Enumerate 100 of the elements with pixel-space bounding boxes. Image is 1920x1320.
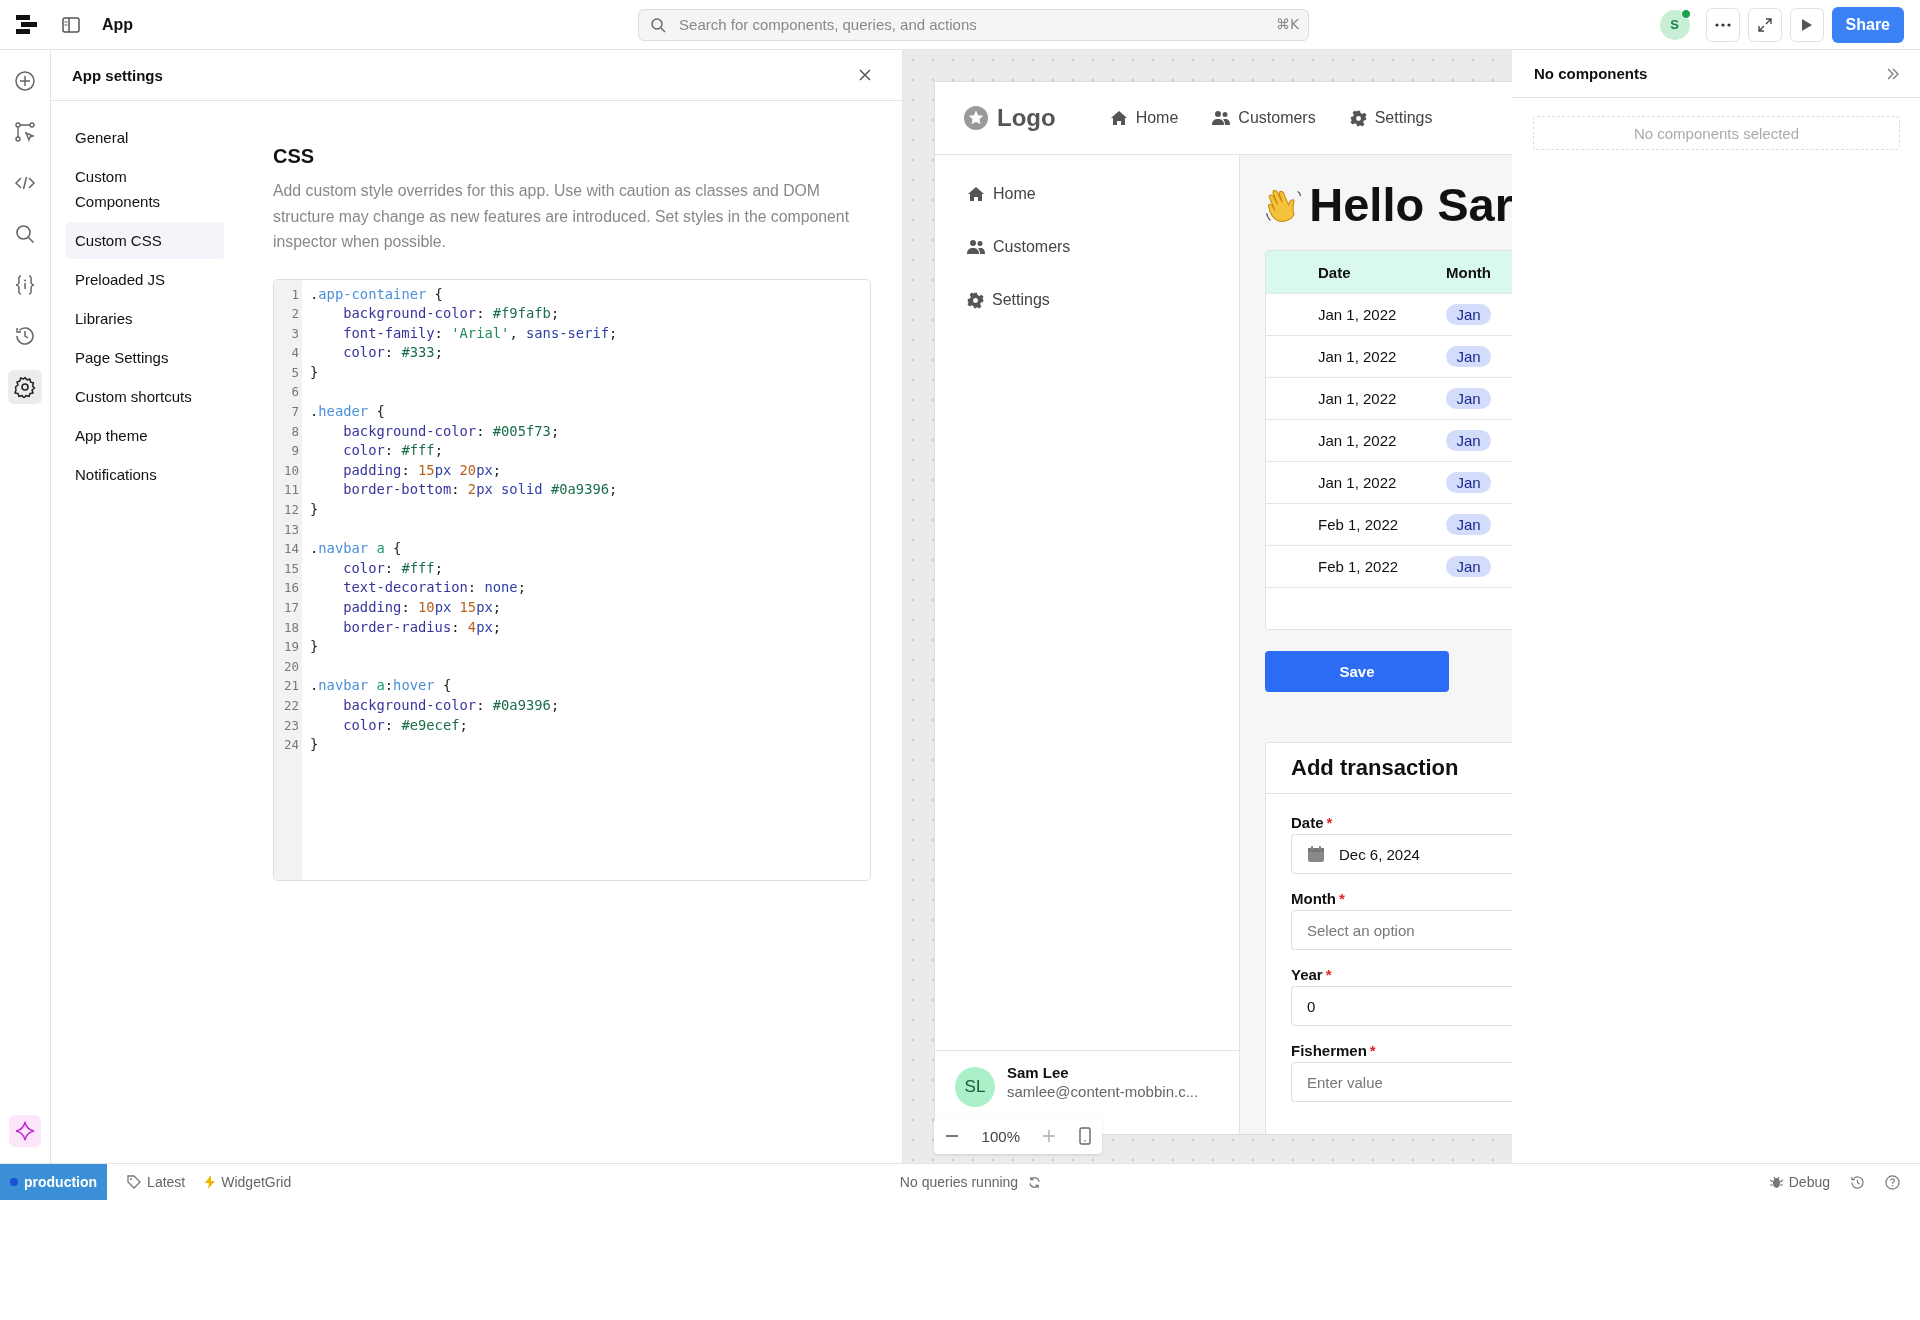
settings-nav-item[interactable]: Libraries [66,300,224,337]
assistant-sparkle-icon[interactable] [9,1115,41,1147]
share-button[interactable]: Share [1831,6,1904,43]
settings-icon[interactable] [8,370,42,404]
line-number: 7 [290,403,300,422]
code-line: border-radius: 4px; [343,618,502,635]
line-number: 19 [282,638,300,657]
line-number: 21 [282,677,300,696]
gear-icon [967,291,984,309]
variables-icon[interactable] [14,274,36,296]
bug-icon [1769,1175,1783,1189]
line-number: 6 [290,383,300,402]
line-number: 18 [282,618,300,637]
sidebar-toggle-icon[interactable] [62,16,80,33]
star-logo-icon [963,105,989,131]
home-icon [967,186,985,202]
settings-nav-item[interactable]: App theme [66,417,224,454]
settings-nav-item[interactable]: Page Settings [66,339,224,376]
version-label[interactable]: Latest [147,1174,186,1190]
line-number: 20 [282,657,300,676]
input-field[interactable]: Dec 6, 2024 [1291,834,1512,874]
user-avatar: SL [955,1067,995,1107]
line-number: 17 [282,599,300,617]
close-icon[interactable] [858,68,872,82]
settings-nav-item[interactable]: Custom CSS [66,222,224,259]
required-marker: * [1339,890,1345,907]
month-tag: Jan [1446,304,1491,325]
field-label: Fishermen [1291,1042,1367,1059]
tag-icon [127,1175,142,1189]
expand-button[interactable] [1747,7,1782,42]
input-field[interactable]: Enter value [1291,1062,1512,1102]
help-icon[interactable] [1885,1174,1900,1190]
required-marker: * [1326,814,1333,831]
retool-logo-icon[interactable] [16,14,38,35]
settings-nav-item[interactable]: General [66,119,224,156]
code-line: .app-container { [310,285,443,302]
users-icon [1212,110,1231,126]
search-icon[interactable] [14,223,36,245]
code-line: .header { [310,403,385,420]
input-field[interactable]: Select an option [1291,910,1512,950]
table-cell-text: Jan 1, 2022 [1317,432,1398,449]
app-nav-link[interactable]: Settings [1349,109,1433,127]
grid-label[interactable]: WidgetGrid [221,1174,292,1190]
line-number: 1 [290,285,300,304]
collapse-icon[interactable] [1886,67,1900,80]
query-status: No queries running [899,1174,1019,1190]
form-title: Add transaction [1266,743,1512,794]
app-sidebar-link[interactable]: Settings [967,291,1239,309]
component-tree-icon[interactable] [14,121,36,143]
history-icon[interactable] [14,325,36,347]
inspector-title: No components [1534,65,1648,82]
add-icon[interactable] [14,70,36,92]
code-line: } [310,363,319,380]
app-nav-link[interactable]: Home [1109,109,1179,127]
line-number: 4 [290,344,300,363]
calendar-icon [1307,845,1325,863]
settings-nav-item[interactable]: Notifications [66,456,224,493]
input-field[interactable]: 0 [1291,986,1512,1026]
settings-nav-item[interactable]: Custom shortcuts [66,378,224,415]
code-line: background-color: #005f73; [343,422,560,439]
empty-state: No components selected [1533,116,1900,150]
app-title: App [102,15,134,34]
debug-button[interactable]: Debug [1788,1174,1830,1190]
save-button[interactable]: Save [1265,651,1449,692]
column-header[interactable]: Month [1426,263,1511,281]
user-name: Sam Lee [1007,1064,1070,1081]
code-line: } [310,736,319,753]
month-tag: Jan [1446,472,1491,493]
month-tag: Jan [1446,346,1491,367]
line-number: 12 [282,501,300,520]
table-cell-text: Jan 1, 2022 [1317,306,1398,323]
expand-icon [1757,17,1772,32]
line-number: 2 [290,305,300,324]
table-cell-text: Jan 1, 2022 [1317,390,1398,407]
line-number: 15 [282,559,300,578]
app-sidebar-link[interactable]: Home [967,185,1239,203]
app-nav-link[interactable]: Customers [1212,109,1316,127]
code-line: background-color: #f9fafb; [343,305,560,322]
code-line: font-family: 'Arial', sans-serif; [343,324,618,341]
settings-nav-item[interactable]: Preloaded JS [66,261,224,298]
table-cell-text: Feb 1, 2022 [1317,516,1400,533]
column-header[interactable]: Date [1266,263,1426,281]
users-icon [967,239,985,255]
code-line: border-bottom: 2px solid #0a9396; [343,481,618,498]
settings-nav-item[interactable]: Custom Components [66,158,224,220]
refresh-icon[interactable] [1028,1175,1042,1189]
code-line: color: #fff; [343,442,443,459]
preview-button[interactable] [1789,7,1824,42]
panel-title: App settings [72,66,163,84]
zoom-level: 100% [981,1127,1020,1145]
app-sidebar-link[interactable]: Customers [967,238,1239,256]
app-logo-text: Logo [997,104,1056,132]
line-number: 3 [290,324,300,343]
month-tag: Jan [1446,514,1491,535]
line-number: 9 [290,442,300,461]
mobile-device-icon[interactable] [1078,1127,1091,1145]
user-avatar[interactable]: S [1659,9,1690,40]
history-icon[interactable] [1850,1174,1865,1190]
line-number: 11 [282,481,300,500]
code-line: color: #333; [343,344,443,361]
